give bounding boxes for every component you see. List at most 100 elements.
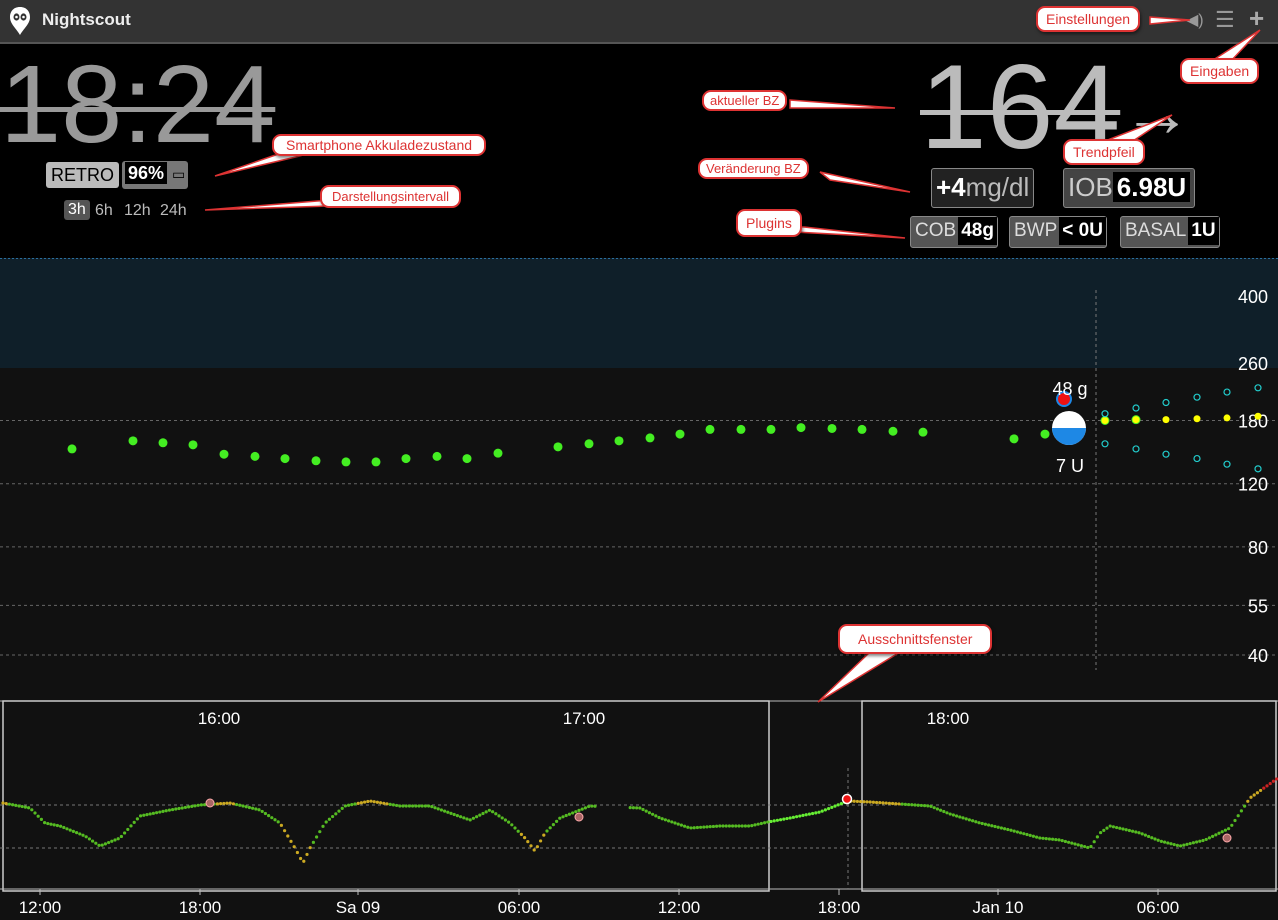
plugin-basal[interactable]: BASAL 1U [1120,216,1220,248]
overview-trace-point [119,834,123,839]
overview-trace-point [961,816,965,820]
overview-trace-point [1179,844,1183,848]
overview-trace-point [561,815,565,819]
overview-trace-point [27,806,31,810]
high-range-band [0,258,1278,368]
overview-trace-point [1217,831,1221,835]
delta-units: mg/dl [965,172,1030,202]
overview-trace-point [36,814,40,818]
overview-trace-point [244,805,248,809]
overview-trace-point [1,801,5,805]
overview-trace-point [567,812,572,816]
overview-trace-point [491,810,495,814]
overview-trace-point [487,808,491,812]
overview-trace-point [923,804,927,808]
overview-trace-point [420,804,424,808]
overview-trace-point [331,814,335,819]
overview-trace-point [692,826,696,830]
overview-trace-point [593,804,597,808]
overview-trace-point [683,824,687,828]
overview-trace-point [375,800,379,804]
overview-trace-point [1252,793,1256,797]
overview-trace-point [532,848,536,852]
bg-reading-point [341,457,351,467]
bg-reading-point [584,439,594,449]
overview-trace-point [164,809,168,813]
forecast-point [1254,412,1262,420]
overview-trace-point [724,824,728,828]
overview-trace-point [369,799,373,803]
overview-trace-point [302,859,306,863]
overview-trace-point [926,804,930,808]
overview-trace-point [174,807,178,811]
overview-trace-point [1230,823,1234,827]
overview-trace-point [1115,825,1119,830]
overview-trace-point [507,820,511,824]
overview-trace-point [900,802,904,806]
bg-reading-point [188,440,198,450]
bg-reading-point [493,448,503,458]
speaker-icon[interactable]: ◀) [1186,10,1204,32]
overview-trace-point [59,824,63,828]
overview-trace-point [430,805,434,809]
overview-trace-point [68,828,72,832]
main-bg-chart[interactable]: 400 260 180 120 80 55 40 48 g 7 U [0,258,1278,698]
pointer-aktueller-bz [789,99,896,109]
overview-trace-point [1006,827,1010,832]
callout-trendpfeil: Trendpfeil [1063,139,1145,165]
overview-trace-point [1175,843,1179,847]
bg-reading-point [67,444,77,454]
overview-trace-point [1083,844,1087,849]
overview-trace-point [81,833,85,837]
overview-trace-point [644,809,648,813]
overview-trace-point [929,804,933,808]
menu-icon[interactable]: ☰ [1215,9,1235,31]
forecast-point [1223,414,1231,422]
plugin-cob[interactable]: COB 48g [910,216,998,248]
insulin-label: 7 U [1056,456,1084,476]
overview-trace-point [407,804,411,808]
overview-trace-point [734,824,738,828]
overview-chart[interactable]: 16:00 17:00 18:00 12:00 18:00 Sa 09 06:00 12:00… [0,698,1278,920]
plugin-bwp[interactable]: BWP < 0U [1009,216,1107,248]
interval-12h[interactable]: 12h [124,202,151,220]
plus-icon[interactable]: + [1249,5,1264,31]
overview-trace-point [1035,835,1039,839]
overview-trace-point [1070,841,1074,845]
overview-trace-point [1201,838,1205,843]
overview-trace-point [1246,799,1250,803]
interval-24h[interactable]: 24h [160,202,187,220]
overview-trace-point [1182,843,1186,847]
overview-trace-point [935,807,940,811]
overview-trace-point [756,822,760,826]
overview-trace-point [788,816,792,820]
overview-trace-point [436,807,440,811]
interval-3h[interactable]: 3h [64,200,90,220]
overview-trace-point [1095,835,1099,839]
bg-reading-point [158,438,168,448]
overview-trace-point [1009,828,1013,832]
overview-trace-point [225,801,229,805]
interval-6h[interactable]: 6h [95,202,113,220]
overview-trace-point [228,801,232,805]
overview-trace-point [39,817,44,821]
overview-trace-point [251,806,255,810]
overview-trace-point [17,804,21,808]
overview-trace-point [468,818,472,822]
overview-trace-point [1105,826,1109,830]
overview-trace-point [1207,836,1211,840]
callout-aktueller-bz: aktueller BZ [702,90,788,111]
overview-trace-point [350,803,354,807]
overview-trace-point [167,808,171,812]
overview-trace-point [4,801,8,806]
overview-trace-point [529,844,533,848]
bg-reading-point [736,424,746,434]
callout-ausschnitt: Ausschnittsfenster [838,624,993,654]
retro-badge: RETRO [46,162,119,188]
overview-trace-point [1041,836,1045,840]
bg-reading-point [128,436,138,446]
overview-trace-point [139,814,143,818]
callout-plugins: Plugins [736,209,802,237]
overview-trace-point [347,803,351,807]
overview-trace-point [500,816,504,820]
